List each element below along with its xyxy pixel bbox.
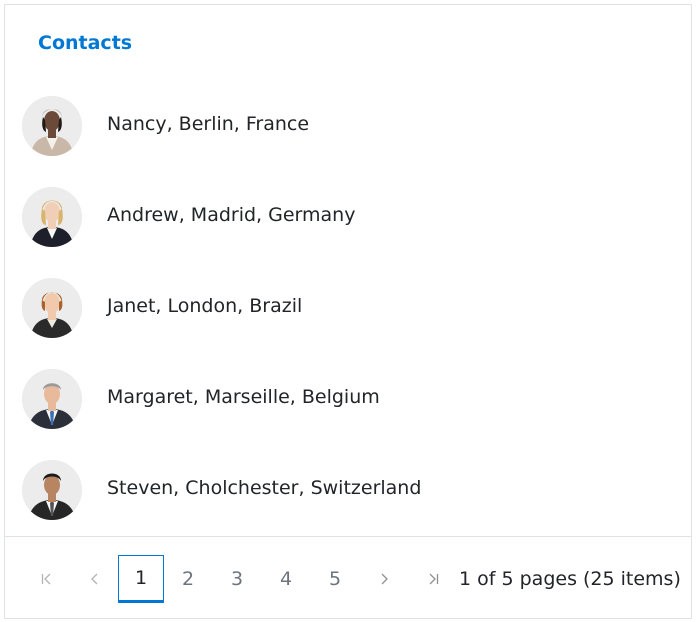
contact-label: Nancy, Berlin, France: [107, 113, 310, 135]
last-page-icon: [429, 573, 439, 585]
contact-label: Margaret, Marseille, Belgium: [107, 386, 380, 408]
contact-label: Steven, Cholchester, Switzerland: [107, 477, 422, 499]
female-contact-avatar-icon: [22, 187, 82, 247]
avatar: [22, 96, 82, 156]
male-contact-avatar-icon: [22, 369, 82, 429]
avatar: [22, 460, 82, 520]
female-contact-avatar-icon: [22, 96, 82, 156]
page-3-button[interactable]: 3: [214, 555, 260, 603]
page-4-button[interactable]: 4: [263, 555, 309, 603]
list-item[interactable]: Andrew, Madrid, Germany: [5, 187, 691, 278]
next-page-icon: [381, 573, 388, 585]
avatar: [22, 369, 82, 429]
list-item[interactable]: Margaret, Marseille, Belgium: [5, 369, 691, 460]
previous-page-button[interactable]: [78, 555, 112, 603]
list-item[interactable]: Steven, Cholchester, Switzerland: [5, 460, 691, 551]
pager-divider: [5, 536, 691, 537]
first-page-button[interactable]: [30, 555, 64, 603]
last-page-button[interactable]: [416, 555, 450, 603]
contact-label: Andrew, Madrid, Germany: [107, 204, 356, 226]
female-contact-avatar-icon: [22, 278, 82, 338]
first-page-icon: [41, 573, 51, 585]
avatar: [22, 278, 82, 338]
pager: 1 2 3 4 5 1 of 5 pages (25 items): [5, 555, 691, 605]
page-1-button[interactable]: 1: [118, 555, 164, 603]
list-item[interactable]: Janet, London, Brazil: [5, 278, 691, 369]
contacts-card: Contacts Nancy, Berlin, France Andrew, M…: [4, 4, 692, 619]
page-5-button[interactable]: 5: [312, 555, 358, 603]
avatar: [22, 187, 82, 247]
list-item[interactable]: Nancy, Berlin, France: [5, 96, 691, 187]
page-title: Contacts: [38, 32, 133, 54]
contact-label: Janet, London, Brazil: [107, 295, 303, 317]
pager-info: 1 of 5 pages (25 items): [459, 568, 681, 590]
page-2-button[interactable]: 2: [165, 555, 211, 603]
previous-page-icon: [91, 573, 98, 585]
next-page-button[interactable]: [367, 555, 401, 603]
male-contact-avatar-icon: [22, 460, 82, 520]
